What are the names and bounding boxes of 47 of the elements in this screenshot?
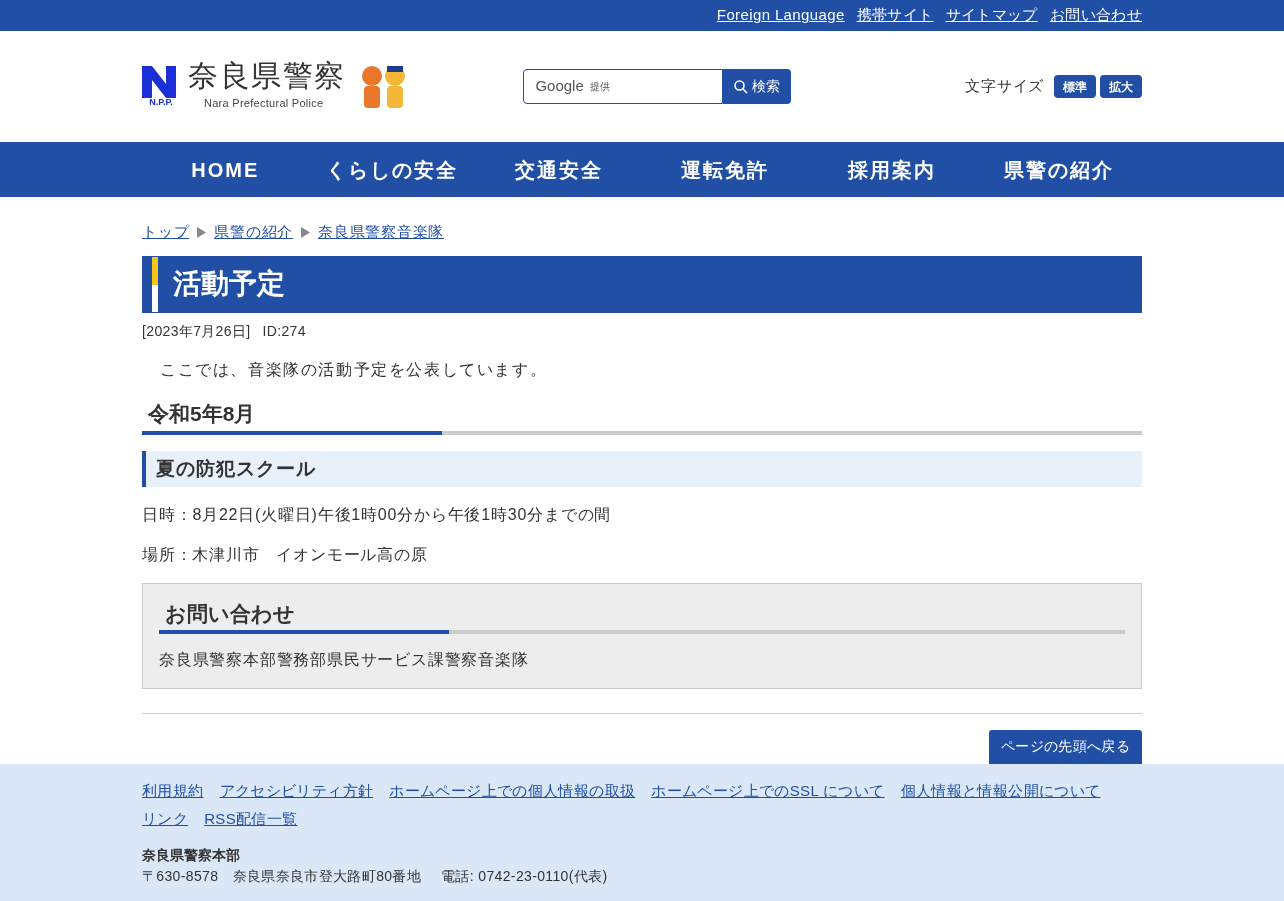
font-size-button[interactable]: 拡大 [1100, 75, 1142, 98]
footer-link[interactable]: 個人情報と情報公開について [900, 779, 1101, 802]
search-icon [734, 79, 749, 94]
footer-link[interactable]: 利用規約 [142, 779, 204, 802]
logo-title: 奈良県警察 [188, 61, 346, 92]
page-id: ID:274 [262, 321, 306, 341]
detail-text: 場所：木津川市 イオンモール高の原 [142, 545, 429, 565]
top-link[interactable]: サイトマップ [945, 4, 1038, 27]
font-size-label: 文字サイズ [965, 76, 1044, 97]
org-name: 奈良県警察本部 [142, 845, 241, 865]
breadcrumb-link[interactable]: トップ [142, 221, 190, 244]
breadcrumb-arrow-icon [301, 226, 310, 238]
footer-link[interactable]: リンク [142, 808, 189, 831]
nav-item[interactable]: くらしの安全 [308, 142, 476, 197]
breadcrumb-arrow-icon [197, 226, 207, 238]
intro-text: ここでは、音楽隊の活動予定を公表しています。 [160, 359, 549, 380]
subheading: 夏の防犯スクール [156, 456, 316, 481]
breadcrumb-link[interactable]: 奈良県警察音楽隊 [318, 221, 444, 244]
provider-note: 提供 [589, 80, 610, 94]
nav-item[interactable]: HOME [142, 142, 309, 197]
google-label: Google [535, 76, 584, 97]
font-size-button[interactable]: 標準 [1054, 75, 1096, 98]
nav-item[interactable]: 採用案内 [808, 142, 976, 197]
back-to-top-button[interactable]: ページの先頭へ戻る [988, 729, 1142, 764]
detail-text: 日時：8月22日(火曜日)午後1時00分から午後1時30分までの間 [142, 505, 613, 525]
contact-text: 奈良県警察本部警務部県民サービス課警察音楽隊 [159, 649, 530, 670]
footer-link[interactable]: アクセシビリティ方針 [219, 779, 374, 802]
section-heading: 令和5年8月 [148, 400, 257, 427]
contact-heading: お問い合わせ [165, 601, 296, 627]
page-title: 活動予定 [173, 267, 285, 301]
search-field[interactable]: Google 提供 [523, 69, 724, 104]
title-accent-stripe [152, 256, 158, 312]
footer-link[interactable]: ホームページ上での個人情報の取扱 [389, 779, 636, 802]
search-button[interactable]: 検索 [723, 69, 792, 104]
footer-link[interactable]: RSS配信一覧 [204, 808, 298, 831]
top-link[interactable]: お問い合わせ [1049, 4, 1142, 27]
breadcrumb-link[interactable]: 県警の紹介 [214, 221, 293, 244]
top-link[interactable]: Foreign Language [716, 4, 845, 27]
logo-subtitle: Nara Prefectural Police [204, 96, 325, 112]
nav-item[interactable]: 運転免許 [642, 142, 809, 197]
nav-item[interactable]: 交通安全 [475, 142, 642, 197]
address-text: 〒630-8578 奈良県奈良市登大路町80番地 [142, 866, 422, 886]
top-link[interactable]: 携帯サイト [856, 4, 934, 27]
nav-item[interactable]: 県警の紹介 [975, 142, 1142, 197]
footer-link[interactable]: ホームページ上でのSSL について [651, 779, 885, 802]
phone-text: 電話: 0742-23-0110(代表) [441, 866, 608, 886]
date-text: [2023年7月26日] [142, 321, 251, 341]
